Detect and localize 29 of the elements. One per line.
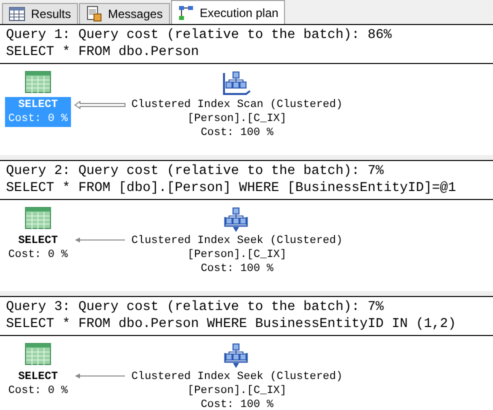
operator-object: [Person].[C_IX] [187,112,287,126]
index-seek-icon [223,343,251,369]
query-sql: SELECT * FROM dbo.Person WHERE BusinessEntityID IN (1,2) [6,316,457,333]
index-scan-icon [223,71,251,97]
operator-cost: Cost: 100 % [200,398,274,410]
operator-name[interactable]: Clustered Index Seek (Clustered) [131,234,343,248]
query-cost-header: Query 3: Query cost (relative to the batch): 7% [6,299,385,316]
plan-icon [178,4,194,20]
operator-name[interactable]: Clustered Index Scan (Clustered) [131,98,343,112]
operator-object: [Person].[C_IX] [187,248,287,262]
tab[interactable]: Messages [79,3,170,24]
operator-name[interactable]: Clustered Index Seek (Clustered) [131,370,343,384]
select-node-icon[interactable] [25,207,51,229]
select-node-icon[interactable] [25,71,51,93]
query-cost-header: Query 1: Query cost (relative to the batch): 86% [6,27,393,44]
select-node-icon[interactable] [25,343,51,365]
document-icon [86,6,102,22]
query-sql: SELECT * FROM dbo.Person [6,44,200,61]
operator-cost: Cost: 100 % [200,262,274,276]
query-sql: SELECT * FROM [dbo].[Person] WHERE [BusinessEntityID]=@1 [6,180,457,197]
tab[interactable]: Results [2,3,78,24]
grid-icon [9,7,25,21]
operator-cost: Cost: 100 % [200,126,274,140]
query-cost-header: Query 2: Query cost (relative to the batch): 7% [6,163,385,180]
tab[interactable]: Execution plan [170,0,286,24]
index-seek-icon [223,207,251,233]
select-node-label[interactable]: SELECT Cost: 0 % [5,369,71,399]
operator-object: [Person].[C_IX] [187,384,287,398]
select-node-label[interactable]: SELECT Cost: 0 % [5,233,71,263]
